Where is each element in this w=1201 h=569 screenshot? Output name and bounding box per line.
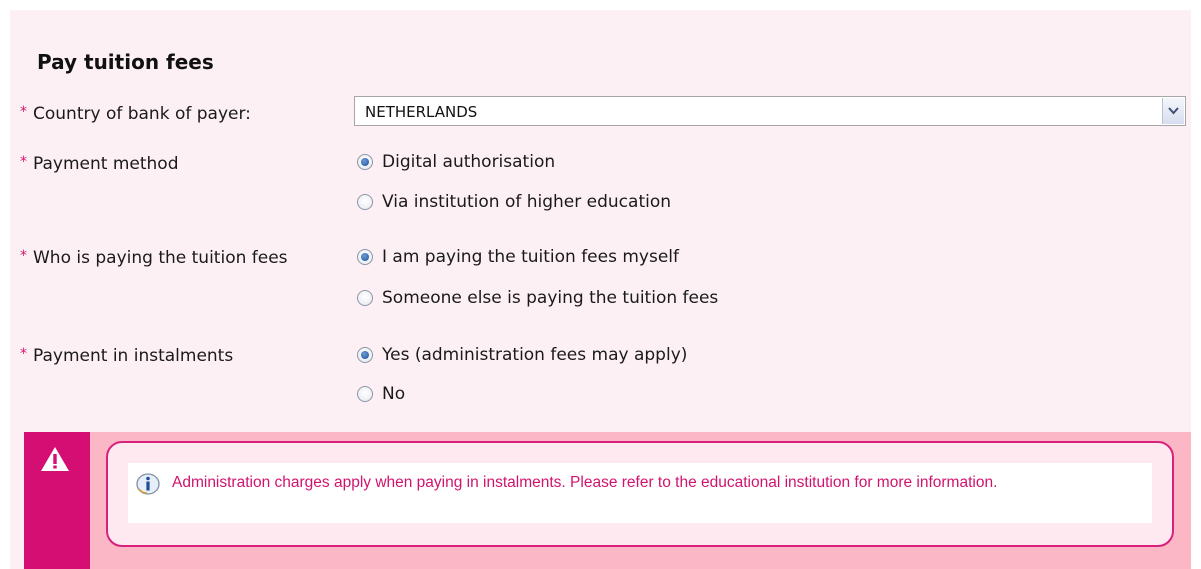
required-marker: * — [20, 154, 27, 170]
alert-stripe — [24, 432, 90, 569]
payer-label: * Who is paying the tuition fees — [20, 248, 288, 268]
required-marker: * — [20, 104, 27, 120]
warning-icon — [41, 447, 69, 471]
info-icon — [136, 473, 160, 495]
radio-checked-icon[interactable] — [357, 154, 373, 170]
radio-digital-authorisation[interactable]: Digital authorisation — [357, 151, 555, 173]
country-select-value: NETHERLANDS — [365, 103, 478, 121]
radio-via-institution[interactable]: Via institution of higher education — [357, 191, 671, 213]
page-title: Pay tuition fees — [37, 50, 214, 74]
alert-message: Administration charges apply when paying… — [172, 474, 998, 491]
radio-label: Digital authorisation — [382, 152, 556, 172]
instalments-label-text: Payment in instalments — [33, 346, 234, 366]
instalment-alert: Administration charges apply when paying… — [24, 432, 1191, 569]
radio-someone-else-paying[interactable]: Someone else is paying the tuition fees — [357, 287, 718, 309]
instalments-label: * Payment in instalments — [20, 346, 233, 366]
radio-label: Someone else is paying the tuition fees — [382, 288, 719, 308]
radio-paying-myself[interactable]: I am paying the tuition fees myself — [357, 246, 679, 268]
alert-message-box: Administration charges apply when paying… — [106, 441, 1174, 547]
radio-unchecked-icon[interactable] — [357, 386, 373, 402]
radio-unchecked-icon[interactable] — [357, 194, 373, 210]
chevron-down-icon[interactable] — [1162, 98, 1184, 124]
payer-label-text: Who is paying the tuition fees — [33, 248, 288, 268]
radio-instalments-no[interactable]: No — [357, 383, 405, 405]
required-marker: * — [20, 346, 27, 362]
payment-method-label-text: Payment method — [33, 154, 179, 174]
required-marker: * — [20, 248, 27, 264]
country-label-text: Country of bank of payer: — [33, 104, 251, 124]
radio-label: I am paying the tuition fees myself — [382, 247, 680, 267]
country-select[interactable]: NETHERLANDS — [354, 96, 1186, 126]
country-label: * Country of bank of payer: — [20, 104, 251, 124]
radio-label: No — [382, 384, 406, 404]
radio-label: Yes (administration fees may apply) — [382, 345, 688, 365]
radio-instalments-yes[interactable]: Yes (administration fees may apply) — [357, 344, 687, 366]
radio-label: Via institution of higher education — [382, 192, 672, 212]
radio-checked-icon[interactable] — [357, 249, 373, 265]
radio-unchecked-icon[interactable] — [357, 290, 373, 306]
alert-inner: Administration charges apply when paying… — [128, 463, 1152, 523]
radio-checked-icon[interactable] — [357, 347, 373, 363]
payment-method-label: * Payment method — [20, 154, 178, 174]
